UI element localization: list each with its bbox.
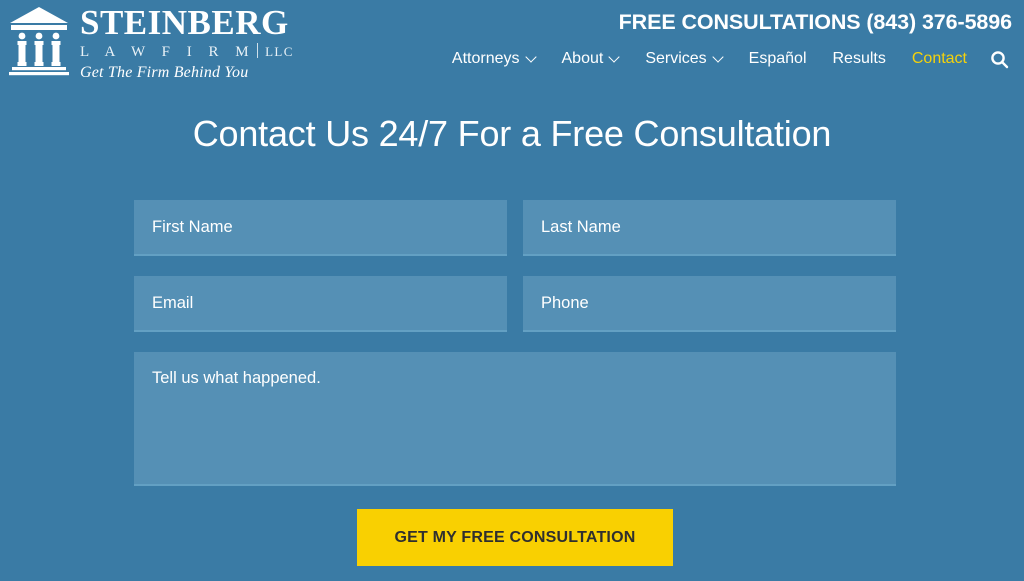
submit-row: GET MY FREE CONSULTATION <box>134 509 896 566</box>
logo-subtitle-row: L A W F I R M LLC <box>80 41 294 61</box>
nav-label-attorneys: Attorneys <box>451 50 520 67</box>
logo-wordmark: STEINBERG L A W F I R M LLC Get The Firm… <box>80 4 294 82</box>
logo-firm-name: STEINBERG <box>80 3 289 42</box>
nav-item-results[interactable]: Results <box>820 48 899 70</box>
last-name-input[interactable] <box>523 200 896 256</box>
get-free-consultation-button[interactable]: GET MY FREE CONSULTATION <box>356 509 674 566</box>
nav-label-espanol: Español <box>748 50 807 67</box>
nav-item-services[interactable]: Services <box>632 48 735 70</box>
logo-practice-type: L A W F I R M <box>80 44 256 60</box>
phone-input[interactable] <box>523 276 896 332</box>
form-row-contact <box>134 276 896 332</box>
logo-tagline: Get The Firm Behind You <box>80 64 249 81</box>
nav-item-about[interactable]: About <box>549 48 633 70</box>
first-name-input[interactable] <box>134 200 507 256</box>
free-consultations-phone[interactable]: FREE CONSULTATIONS (843) 376-5896 <box>439 10 1012 35</box>
logo-divider <box>257 43 259 58</box>
site-header: STEINBERG L A W F I R M LLC Get The Firm… <box>0 0 1024 88</box>
nav-label-contact: Contact <box>911 50 967 67</box>
logo-entity-type: LLC <box>265 44 294 59</box>
nav-item-contact[interactable]: Contact <box>899 48 980 70</box>
page-title: Contact Us 24/7 For a Free Consultation <box>192 113 832 154</box>
nav-label-results: Results <box>832 50 886 67</box>
nav-label-about: About <box>561 50 604 67</box>
nav-item-attorneys[interactable]: Attorneys <box>439 48 549 70</box>
email-input[interactable] <box>134 276 507 332</box>
contact-page: STEINBERG L A W F I R M LLC Get The Firm… <box>0 0 1024 581</box>
courthouse-columns-icon <box>8 4 70 76</box>
header-right-cluster: FREE CONSULTATIONS (843) 376-5896 Attorn… <box>439 10 1012 72</box>
main-navigation: Attorneys About Services Español Results <box>439 46 1012 72</box>
contact-form: GET MY FREE CONSULTATION <box>134 200 896 566</box>
site-logo[interactable]: STEINBERG L A W F I R M LLC Get The Firm… <box>8 4 294 82</box>
chevron-down-icon <box>527 53 536 62</box>
search-icon[interactable] <box>986 46 1012 72</box>
form-row-name <box>134 200 896 256</box>
chevron-down-icon <box>714 53 723 62</box>
message-textarea[interactable] <box>134 352 896 486</box>
nav-item-espanol[interactable]: Español <box>736 48 820 70</box>
nav-label-services: Services <box>645 50 707 67</box>
chevron-down-icon <box>610 53 619 62</box>
